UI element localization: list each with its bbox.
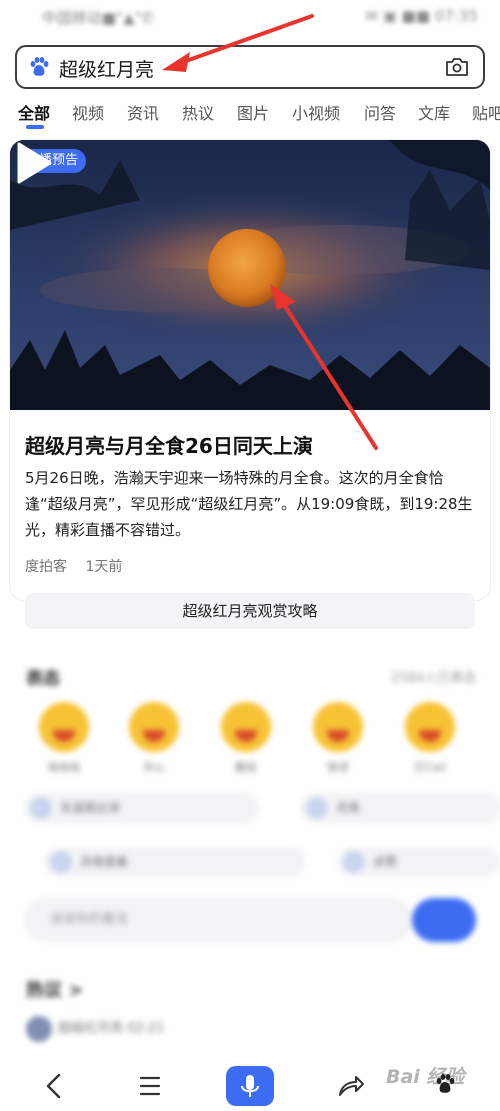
microphone-icon [241, 1075, 259, 1097]
discussion-pill[interactable]: 月亮很美 [44, 847, 306, 877]
cheering-face-icon [405, 702, 455, 752]
emoji-surprised[interactable]: 惊讶 [311, 702, 365, 775]
emoji-label: 打Call [414, 761, 446, 774]
article-time: 1天前 [85, 559, 123, 575]
pill-text: 天涯若比邻 [60, 801, 121, 815]
voice-search-button[interactable] [226, 1066, 274, 1106]
play-icon[interactable] [10, 140, 56, 186]
avatar [343, 851, 365, 873]
emoji-call[interactable]: 打Call [403, 702, 457, 775]
hot-row-text: 超级红月亮 02:21 [58, 1021, 165, 1036]
baidu-paw-icon [30, 57, 49, 76]
article-meta: 度拍客 1天前 [25, 556, 122, 576]
discussion-pill[interactable]: 月亮 [300, 793, 500, 823]
emoji-label: 酷炫 [235, 761, 257, 774]
video-thumbnail[interactable]: 直播预告 [10, 140, 490, 410]
tab-short-video[interactable]: 小视频 [292, 100, 340, 124]
tab-images[interactable]: 图片 [237, 100, 269, 124]
grinning-face-icon [221, 702, 271, 752]
category-tabs: 全部 视频 资讯 热议 图片 小视频 问答 文库 贴吧 [0, 96, 500, 132]
tab-wenku[interactable]: 文库 [418, 100, 450, 124]
emoji-cool[interactable]: 酷炫 [219, 702, 273, 775]
tab-tieba[interactable]: 贴吧 [472, 100, 500, 124]
tab-qa[interactable]: 问答 [364, 100, 396, 124]
article-headline[interactable]: 超级月亮与月全食26日同天上演 [25, 430, 313, 459]
search-input[interactable]: 超级红月亮 [59, 55, 154, 82]
tab-video[interactable]: 视频 [72, 100, 104, 124]
emoji-haha[interactable]: 哈哈哈 [37, 702, 91, 775]
viewing-guide-button[interactable]: 超级红月亮观赏攻略 [25, 593, 475, 629]
live-preview-card[interactable]: 直播预告 超级月亮与月全食26日同天上演 5月26日晚，浩瀚天宇迎来一场特殊的月… [10, 140, 490, 600]
tab-all[interactable]: 全部 [18, 100, 50, 124]
status-bar: 中国移动■"▲"✆ ✉ ▣ ■■ 07:35 [0, 0, 500, 34]
discussion-pill[interactable]: 天涯若比邻 [24, 793, 259, 823]
article-source[interactable]: 度拍客 [25, 559, 67, 575]
comment-edit-button[interactable] [412, 898, 476, 942]
surprised-face-icon [313, 702, 363, 752]
tab-discuss[interactable]: 热议 [182, 100, 214, 124]
carrier-signal: 中国移动■"▲"✆ [42, 9, 155, 27]
avatar [306, 797, 328, 819]
pill-text: 点赞 [373, 855, 398, 869]
active-tab-indicator [26, 125, 44, 129]
emoji-happy[interactable]: 开心 [127, 702, 181, 775]
emoji-label: 惊讶 [327, 761, 349, 774]
back-arrow-icon[interactable] [34, 1065, 76, 1107]
avatar [26, 1016, 52, 1042]
share-icon[interactable] [329, 1065, 371, 1107]
laughing-face-icon [39, 702, 89, 752]
discussion-pill[interactable]: 点赞 [337, 847, 500, 877]
reactions-title: 表态 [26, 669, 60, 689]
pill-text: 月亮 [336, 801, 361, 815]
avatar [50, 851, 72, 873]
pill-text: 月亮很美 [80, 855, 129, 869]
baidu-jingyan-watermark: Bai 经验 [378, 1060, 498, 1102]
moon-scene-image [10, 140, 490, 410]
status-icons-clock: ✉ ▣ ■■ 07:35 [365, 7, 478, 25]
search-bar[interactable]: 超级红月亮 [15, 45, 485, 89]
tab-news[interactable]: 资讯 [127, 100, 159, 124]
avatar [30, 797, 52, 819]
hot-discussion-title[interactable]: 热议 > [26, 976, 83, 1002]
article-summary: 5月26日晚，浩瀚天宇迎来一场特殊的月全食。这次的月全食恰逢“超级月亮”，罕见形… [25, 469, 473, 539]
baidu-paw-icon [436, 1074, 455, 1093]
emoji-label: 开心 [143, 761, 165, 774]
emoji-label: 哈哈哈 [47, 761, 81, 774]
happy-face-icon [129, 702, 179, 752]
reactions-section: 表态 2584人已表态 哈哈哈 开心 酷炫 惊讶 打Call 天涯若比邻 月亮 … [0, 650, 500, 1060]
reactions-count: 2584人已表态 [390, 671, 476, 686]
camera-icon[interactable] [445, 56, 469, 78]
menu-icon[interactable] [129, 1065, 171, 1107]
hot-discussion-row[interactable]: 超级红月亮 02:21 [26, 1016, 165, 1042]
page: 中国移动■"▲"✆ ✉ ▣ ■■ 07:35 超级红月亮 全部 视频 资讯 热议… [0, 0, 500, 1111]
comment-input[interactable]: 说说你的看法 [24, 898, 414, 942]
